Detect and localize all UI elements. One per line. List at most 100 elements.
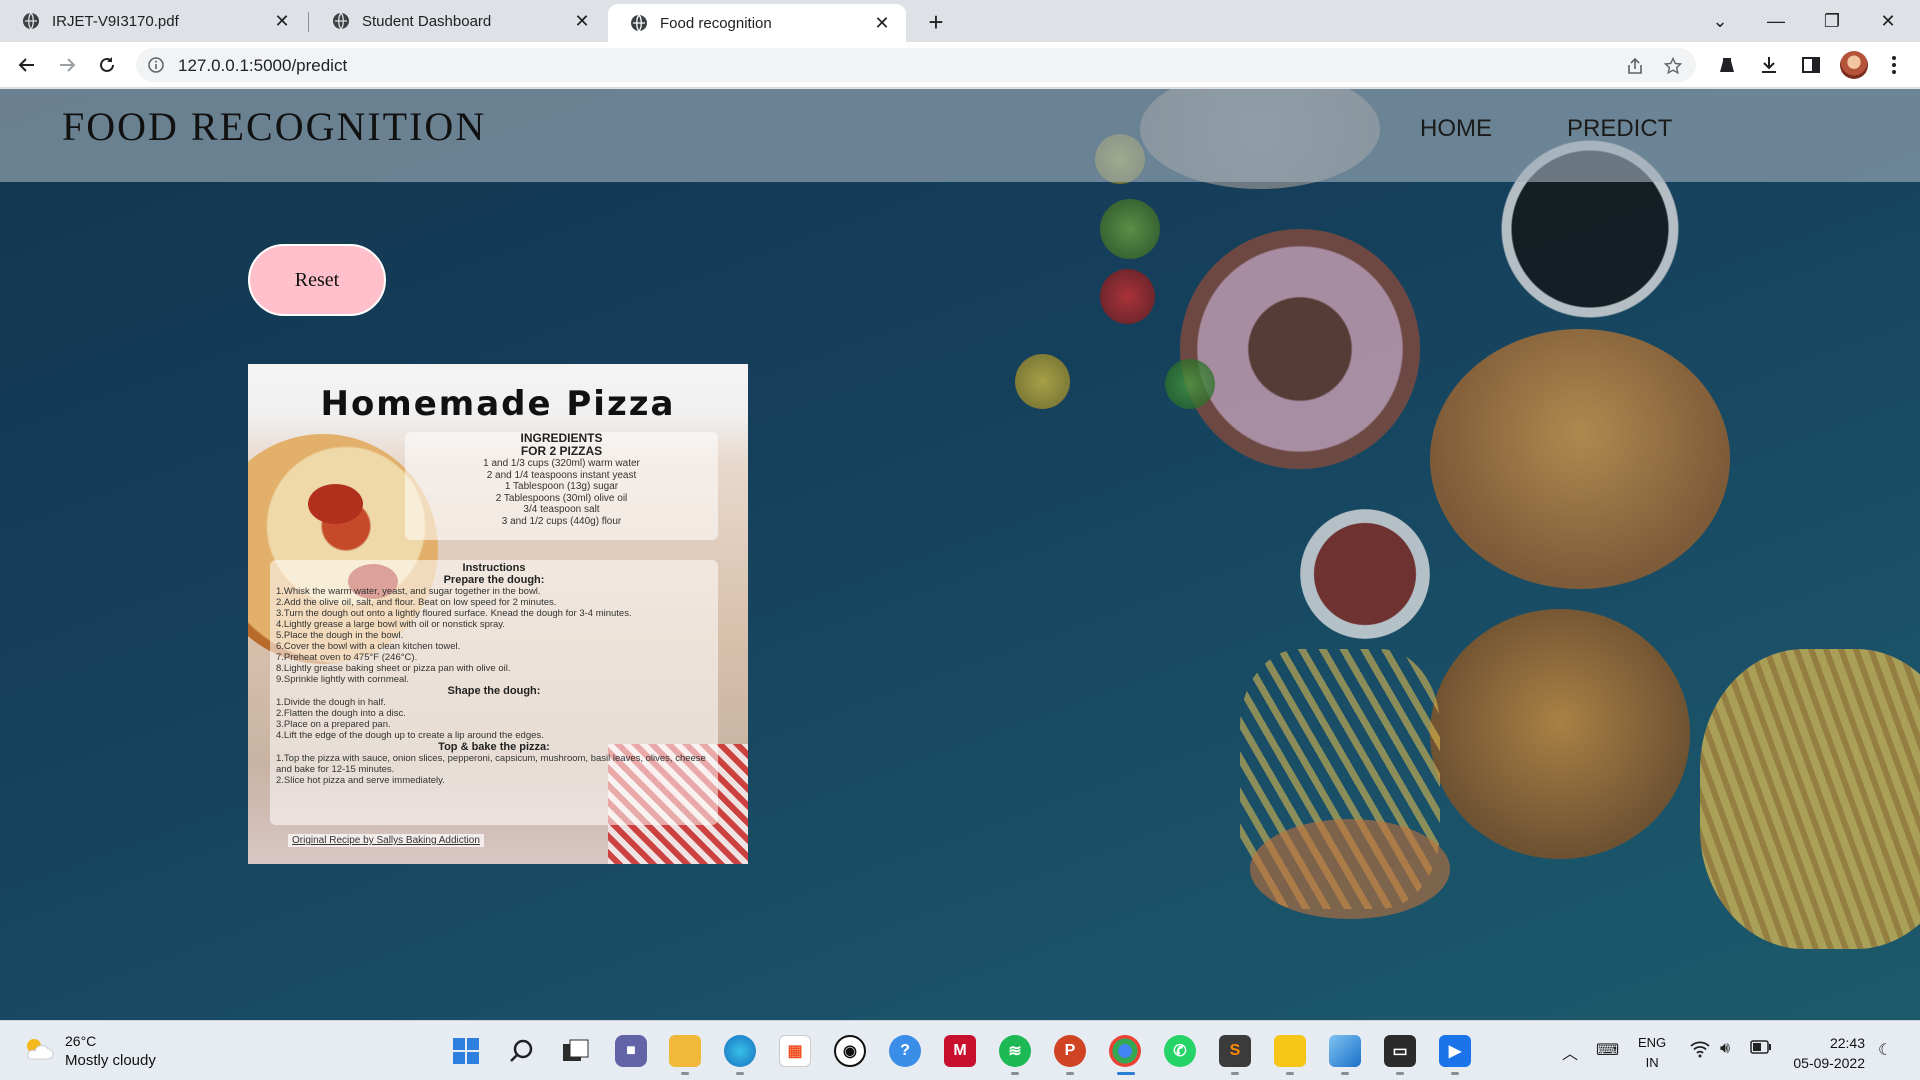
instruction-step: 5.Place the dough in the bowl. [276,630,404,641]
chevron-up-icon[interactable]: ︿ [1562,1040,1578,1064]
spotify-icon[interactable]: ≋ [999,1035,1031,1067]
reload-button[interactable] [92,50,122,80]
arrow-right-icon [60,58,76,72]
globe-icon [333,12,349,30]
terminal-icon[interactable]: ▭ [1384,1035,1416,1067]
minimize-button[interactable]: — [1748,0,1804,42]
ingredient-item: 3/4 teaspoon salt [523,504,600,515]
globe-icon [631,14,647,32]
reload-icon [100,57,114,72]
photos-icon[interactable] [1329,1035,1361,1067]
arrow-left-icon [18,58,34,72]
hotdog-image [1250,819,1450,919]
tab-irjet-pdf[interactable]: IRJET-V9I3170.pdf ✕ [0,0,306,42]
file-explorer-icon[interactable] [669,1035,701,1067]
bookmark-star-icon[interactable] [1664,57,1682,75]
wifi-icon[interactable] [1690,1040,1710,1063]
system-clock[interactable]: 22:43 05-09-2022 [1785,1033,1865,1073]
running-indicator [1231,1072,1239,1075]
site-header: FOOD RECOGNITION HOME PREDICT [0,89,1920,182]
task-view-icon[interactable] [560,1035,592,1067]
edge-icon[interactable] [724,1035,756,1067]
running-indicator [1011,1072,1019,1075]
language-code: ENG [1638,1035,1667,1050]
search-icon[interactable] [505,1035,537,1067]
instruction-step: 2.Flatten the dough into a disc. [276,708,406,719]
nav-predict-link[interactable]: PREDICT [1567,115,1672,143]
running-indicator [1396,1072,1404,1075]
region-code: IN [1645,1055,1659,1070]
profile-avatar[interactable] [1840,51,1868,79]
donut-image [1180,229,1420,469]
mcafee-icon[interactable]: M [944,1035,976,1067]
instruction-step: 1.Top the pizza with sauce, onion slices… [276,753,706,775]
candy-image [1165,359,1215,409]
clock-time: 22:43 [1829,1035,1865,1051]
help-icon[interactable]: ? [889,1035,921,1067]
tab-search-icon[interactable]: ⌄ [1692,0,1748,42]
extension-icon[interactable] [1715,53,1739,77]
chat-icon[interactable]: ■ [615,1035,647,1067]
tab-food-recognition[interactable]: Food recognition ✕ [608,4,906,42]
instruction-step: 1.Divide the dough in half. [276,697,386,708]
download-icon[interactable] [1757,53,1781,77]
weather-cloud-icon[interactable] [22,1035,54,1063]
url-text: 127.0.0.1:5000/predict [178,56,348,75]
candy-image [1100,199,1160,259]
tab-student-dashboard[interactable]: Student Dashboard ✕ [310,0,606,42]
side-panel-icon[interactable] [1799,53,1823,77]
browser-toolbar: 127.0.0.1:5000/predict [0,42,1920,88]
powerpoint-icon[interactable]: P [1054,1035,1086,1067]
menu-icon[interactable] [1882,53,1906,77]
recipe-title: Homemade Pizza [320,384,676,424]
burger-image [1430,329,1730,589]
page-viewport: FOOD RECOGNITION HOME PREDICT Reset Home… [0,89,1920,1020]
close-tab-icon[interactable]: ✕ [572,11,592,31]
running-indicator [1066,1072,1074,1075]
volume-icon[interactable]: 🔊︎ [1720,1040,1730,1058]
whatsapp-icon[interactable]: ✆ [1164,1035,1196,1067]
windows-start-icon[interactable] [450,1035,482,1067]
instruction-step: 4.Lightly grease a large bowl with oil o… [276,619,505,630]
chrome-beta-icon[interactable] [1109,1035,1141,1067]
instruction-step: 9.Sprinkle lightly with cornmeal. [276,674,410,685]
language-indicator[interactable]: ENG IN [1638,1033,1666,1073]
instruction-step: 6.Cover the bowl with a clean kitchen to… [276,641,461,652]
address-bar[interactable]: 127.0.0.1:5000/predict [136,48,1696,82]
sublime-icon[interactable]: S [1219,1035,1251,1067]
candy-image [1015,354,1070,409]
section-heading: Prepare the dough: [443,574,545,586]
media-player-icon[interactable]: ▶ [1439,1035,1471,1067]
info-icon[interactable] [148,57,164,73]
store-icon[interactable]: ▦ [779,1035,811,1067]
globe-icon [23,12,39,30]
reset-button[interactable]: Reset [248,244,386,316]
close-window-button[interactable]: ✕ [1860,0,1916,42]
files-icon[interactable] [1274,1035,1306,1067]
battery-icon[interactable] [1750,1040,1772,1059]
instruction-step: 7.Preheat oven to 475°F (246°C). [276,652,418,663]
ingredient-item: 2 and 1/4 teaspoons instant yeast [486,469,637,481]
notification-moon-icon[interactable]: ☾ [1878,1040,1892,1060]
github-icon[interactable]: ◉ [834,1035,866,1067]
nav-home-link[interactable]: HOME [1420,115,1492,143]
taskbar: 26°C Mostly cloudy ■ ▦ ◉ ? M ≋ P ✆ S ▭ ▶… [0,1020,1920,1080]
instruction-step: 2.Slice hot pizza and serve immediately. [276,775,445,786]
restore-button[interactable]: ❐ [1804,0,1860,42]
ingredient-item: 2 Tablespoons (30ml) olive oil [495,492,628,504]
instructions-heading: Instructions [462,562,526,574]
pepperoni-decoration [308,484,363,524]
tab-label: IRJET-V9I3170.pdf [52,12,179,30]
share-icon[interactable] [1626,57,1644,75]
keyboard-icon[interactable]: ⌨ [1596,1040,1619,1060]
weather-condition: Mostly cloudy [65,1052,156,1069]
running-indicator [736,1072,744,1075]
close-tab-icon[interactable]: ✕ [872,13,892,33]
back-button[interactable] [12,50,42,80]
ingredient-item: 1 Tablespoon (13g) sugar [504,481,619,492]
new-tab-button[interactable]: + [922,8,950,36]
close-tab-icon[interactable]: ✕ [272,11,292,31]
forward-button[interactable] [52,50,82,80]
recipe-credit: Original Recipe by Sallys Baking Addicti… [288,834,484,847]
weather-temperature: 26°C [65,1033,97,1049]
